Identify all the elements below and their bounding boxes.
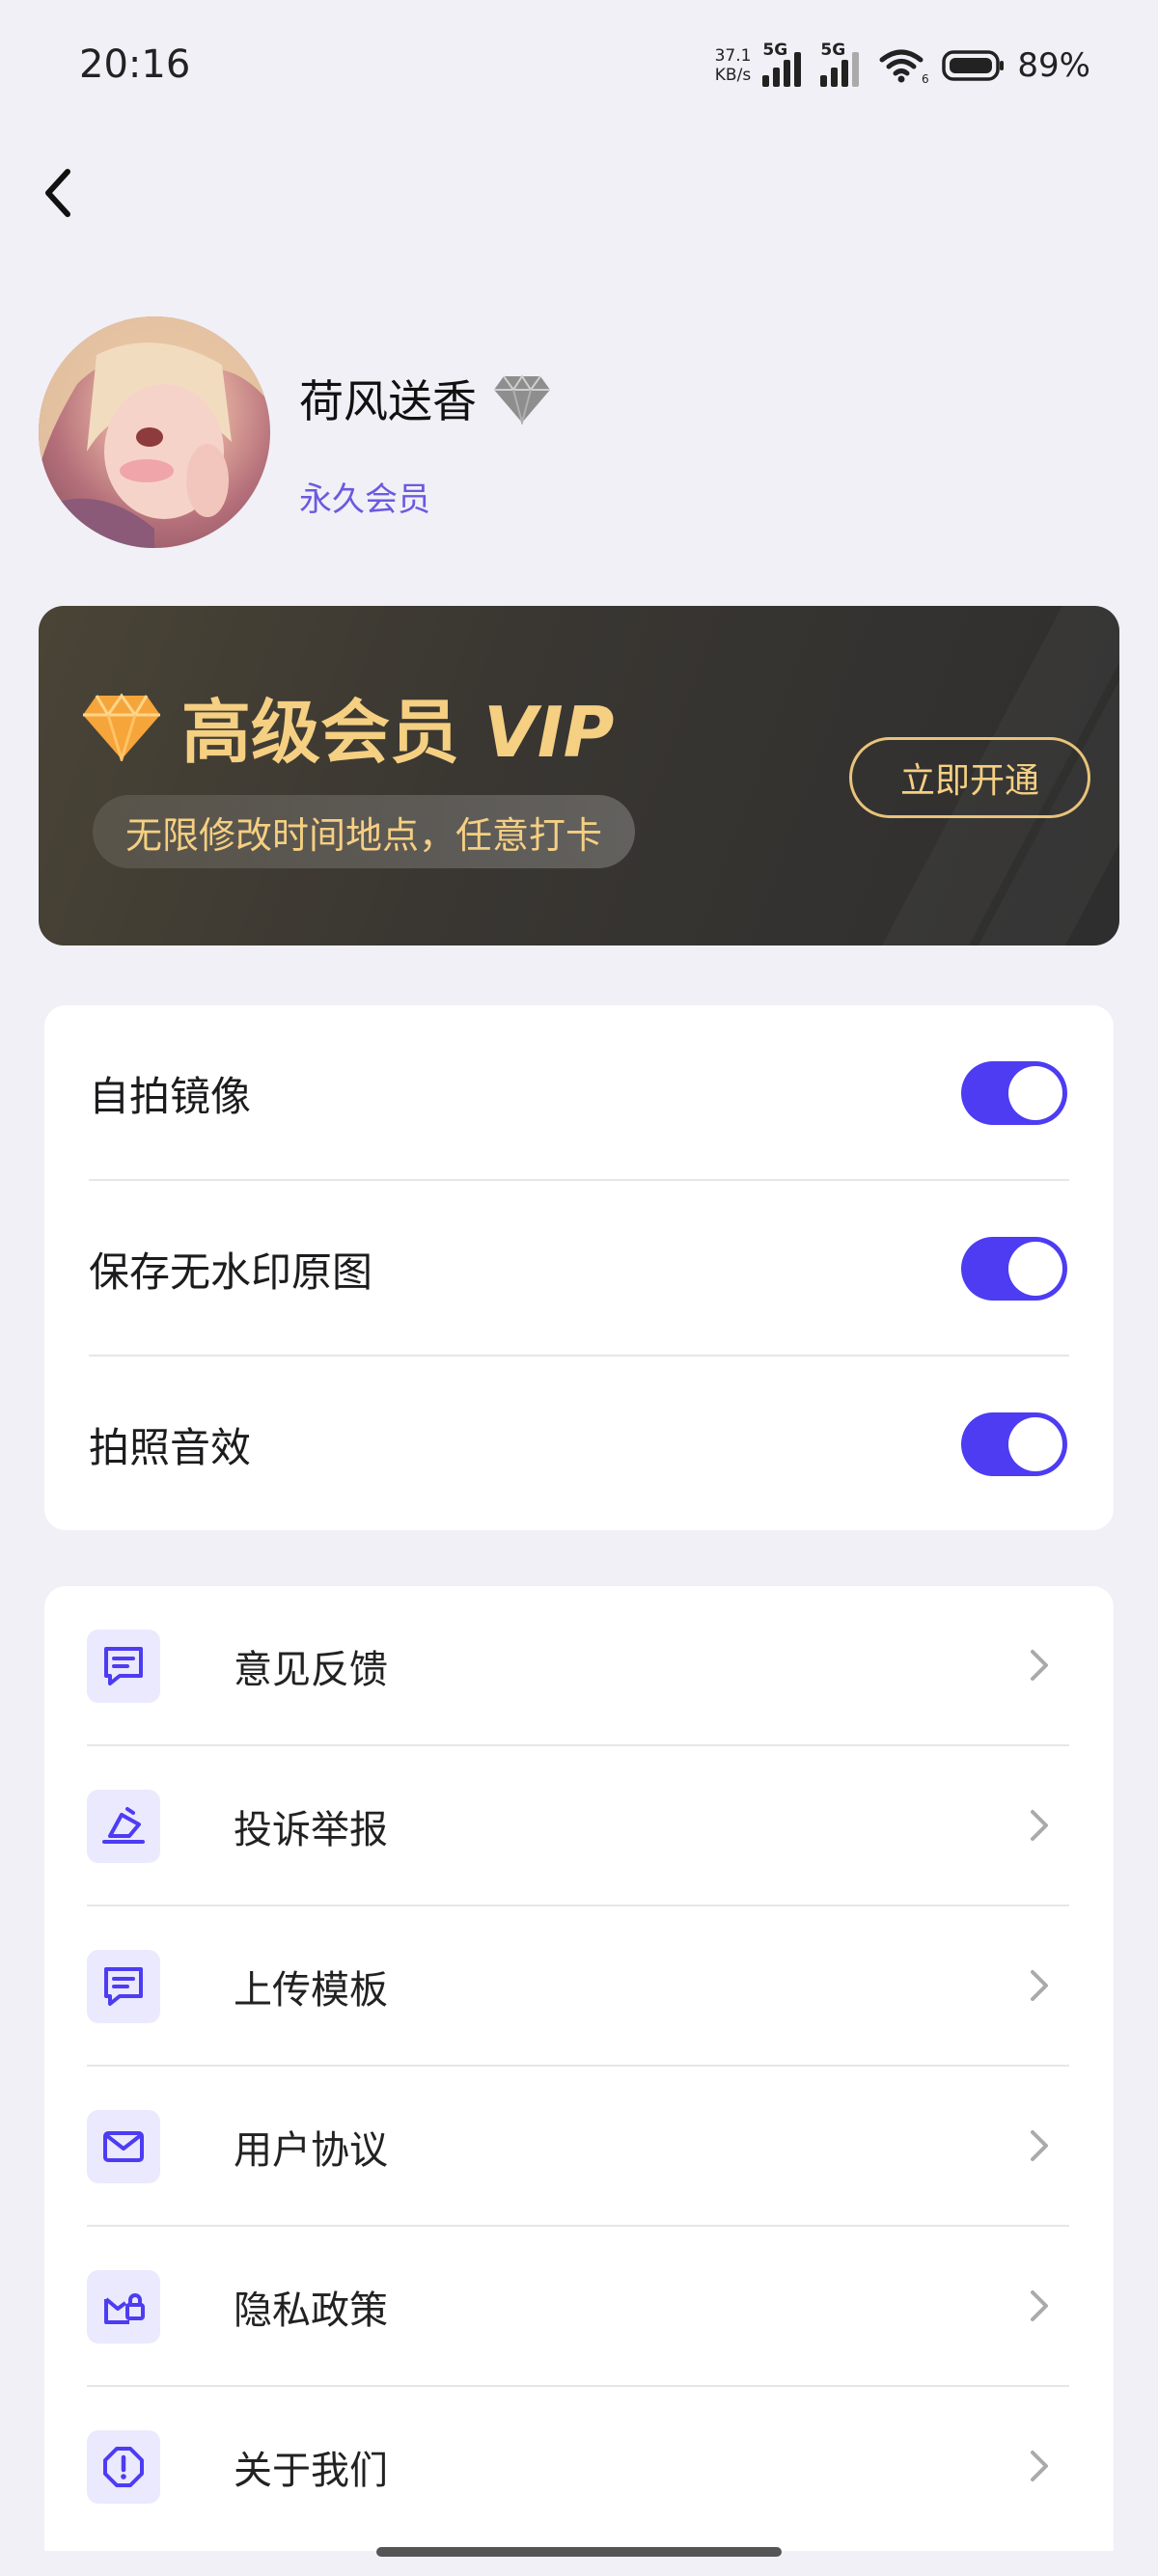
menu-item-label: 关于我们 (234, 2449, 388, 2493)
signal-2-icon: 5G (820, 41, 867, 87)
chevron-right-icon (1031, 2451, 1048, 2481)
status-time: 20:16 (79, 42, 191, 87)
message-icon (87, 1950, 160, 2023)
menu-item-about-us[interactable]: 关于我们 (87, 2387, 1067, 2547)
vip-title-row: 高级会员 VIP (81, 675, 614, 777)
username: 荷风送香 (299, 375, 477, 427)
toggle-label: 拍照音效 (89, 1423, 252, 1471)
status-icons: 37.1 KB/s 5G 5G 6 89% (715, 39, 1090, 93)
vip-subtitle: 无限修改时间地点，任意打卡 (93, 795, 636, 868)
info-icon (87, 2430, 160, 2504)
username-row: 荷风送香 (299, 367, 552, 430)
chevron-right-icon (1031, 1810, 1048, 1841)
chevron-right-icon (1031, 1970, 1048, 2001)
network-speed-unit: KB/s (714, 66, 752, 85)
toggle-knob (1008, 1066, 1062, 1120)
selfie-mirror-toggle[interactable] (961, 1061, 1067, 1125)
wifi-label: 6 (922, 72, 929, 85)
chevron-right-icon (1031, 2130, 1048, 2161)
report-icon (87, 1790, 160, 1863)
signal-1-label: 5G (762, 41, 788, 60)
gold-diamond-icon (83, 692, 160, 761)
status-bar: 20:16 37.1 KB/s 5G 5G 6 89% (0, 0, 1158, 135)
diamond-icon (494, 374, 550, 425)
shutter-sound-toggle[interactable] (961, 1412, 1067, 1476)
network-speed: 37.1 KB/s (715, 46, 752, 85)
home-indicator[interactable] (376, 2547, 782, 2557)
avatar[interactable] (39, 316, 270, 548)
menu-item-feedback[interactable]: 意见反馈 (87, 1586, 1069, 1746)
toggle-label: 自拍镜像 (89, 1072, 252, 1120)
toggle-row-shutter-sound: 拍照音效 (89, 1357, 1114, 1532)
menu-item-upload-template[interactable]: 上传模板 (87, 1906, 1069, 2067)
menu-item-label: 上传模板 (234, 1968, 388, 2013)
settings-toggle-card: 自拍镜像 保存无水印原图 拍照音效 (44, 1005, 1114, 1530)
privacy-icon (87, 2270, 160, 2343)
toggle-knob (1008, 1417, 1062, 1471)
back-button[interactable] (27, 154, 89, 232)
chevron-left-icon (45, 169, 70, 217)
vip-banner[interactable]: 高级会员 VIP 无限修改时间地点，任意打卡 立即开通 (39, 606, 1119, 945)
avatar-image (39, 316, 270, 548)
message-icon (87, 1630, 160, 1703)
vip-title-cn: 高级会员 (181, 692, 460, 773)
member-status: 永久会员 (299, 480, 430, 519)
vip-title-en: VIP (483, 692, 615, 773)
chevron-right-icon (1031, 2290, 1048, 2321)
signal-1-icon: 5G (762, 41, 809, 87)
toggle-row-save-original: 保存无水印原图 (89, 1181, 1114, 1357)
menu-card: 意见反馈 投诉举报 上传模板 用户协议 隐私政策 关于我们 (44, 1586, 1114, 2551)
menu-item-label: 意见反馈 (234, 1648, 388, 1692)
wifi-icon: 6 (879, 49, 929, 85)
activate-vip-button[interactable]: 立即开通 (849, 737, 1090, 818)
signal-2-label: 5G (820, 41, 846, 60)
menu-item-label: 投诉举报 (234, 1808, 388, 1852)
battery-icon (942, 50, 1005, 81)
menu-item-label: 用户协议 (234, 2128, 388, 2173)
battery-percentage: 89% (1017, 46, 1090, 85)
menu-item-report[interactable]: 投诉举报 (87, 1746, 1069, 1906)
vip-title: 高级会员 VIP (181, 675, 614, 777)
mail-icon (87, 2110, 160, 2183)
menu-item-privacy-policy[interactable]: 隐私政策 (87, 2227, 1069, 2387)
menu-item-user-agreement[interactable]: 用户协议 (87, 2067, 1069, 2227)
network-speed-value: 37.1 (714, 46, 752, 66)
chevron-right-icon (1031, 1650, 1048, 1681)
menu-item-label: 隐私政策 (234, 2288, 388, 2333)
toggle-row-selfie-mirror: 自拍镜像 (89, 1005, 1114, 1181)
toggle-knob (1008, 1242, 1062, 1296)
save-no-watermark-toggle[interactable] (961, 1237, 1067, 1301)
toggle-label: 保存无水印原图 (89, 1247, 373, 1296)
